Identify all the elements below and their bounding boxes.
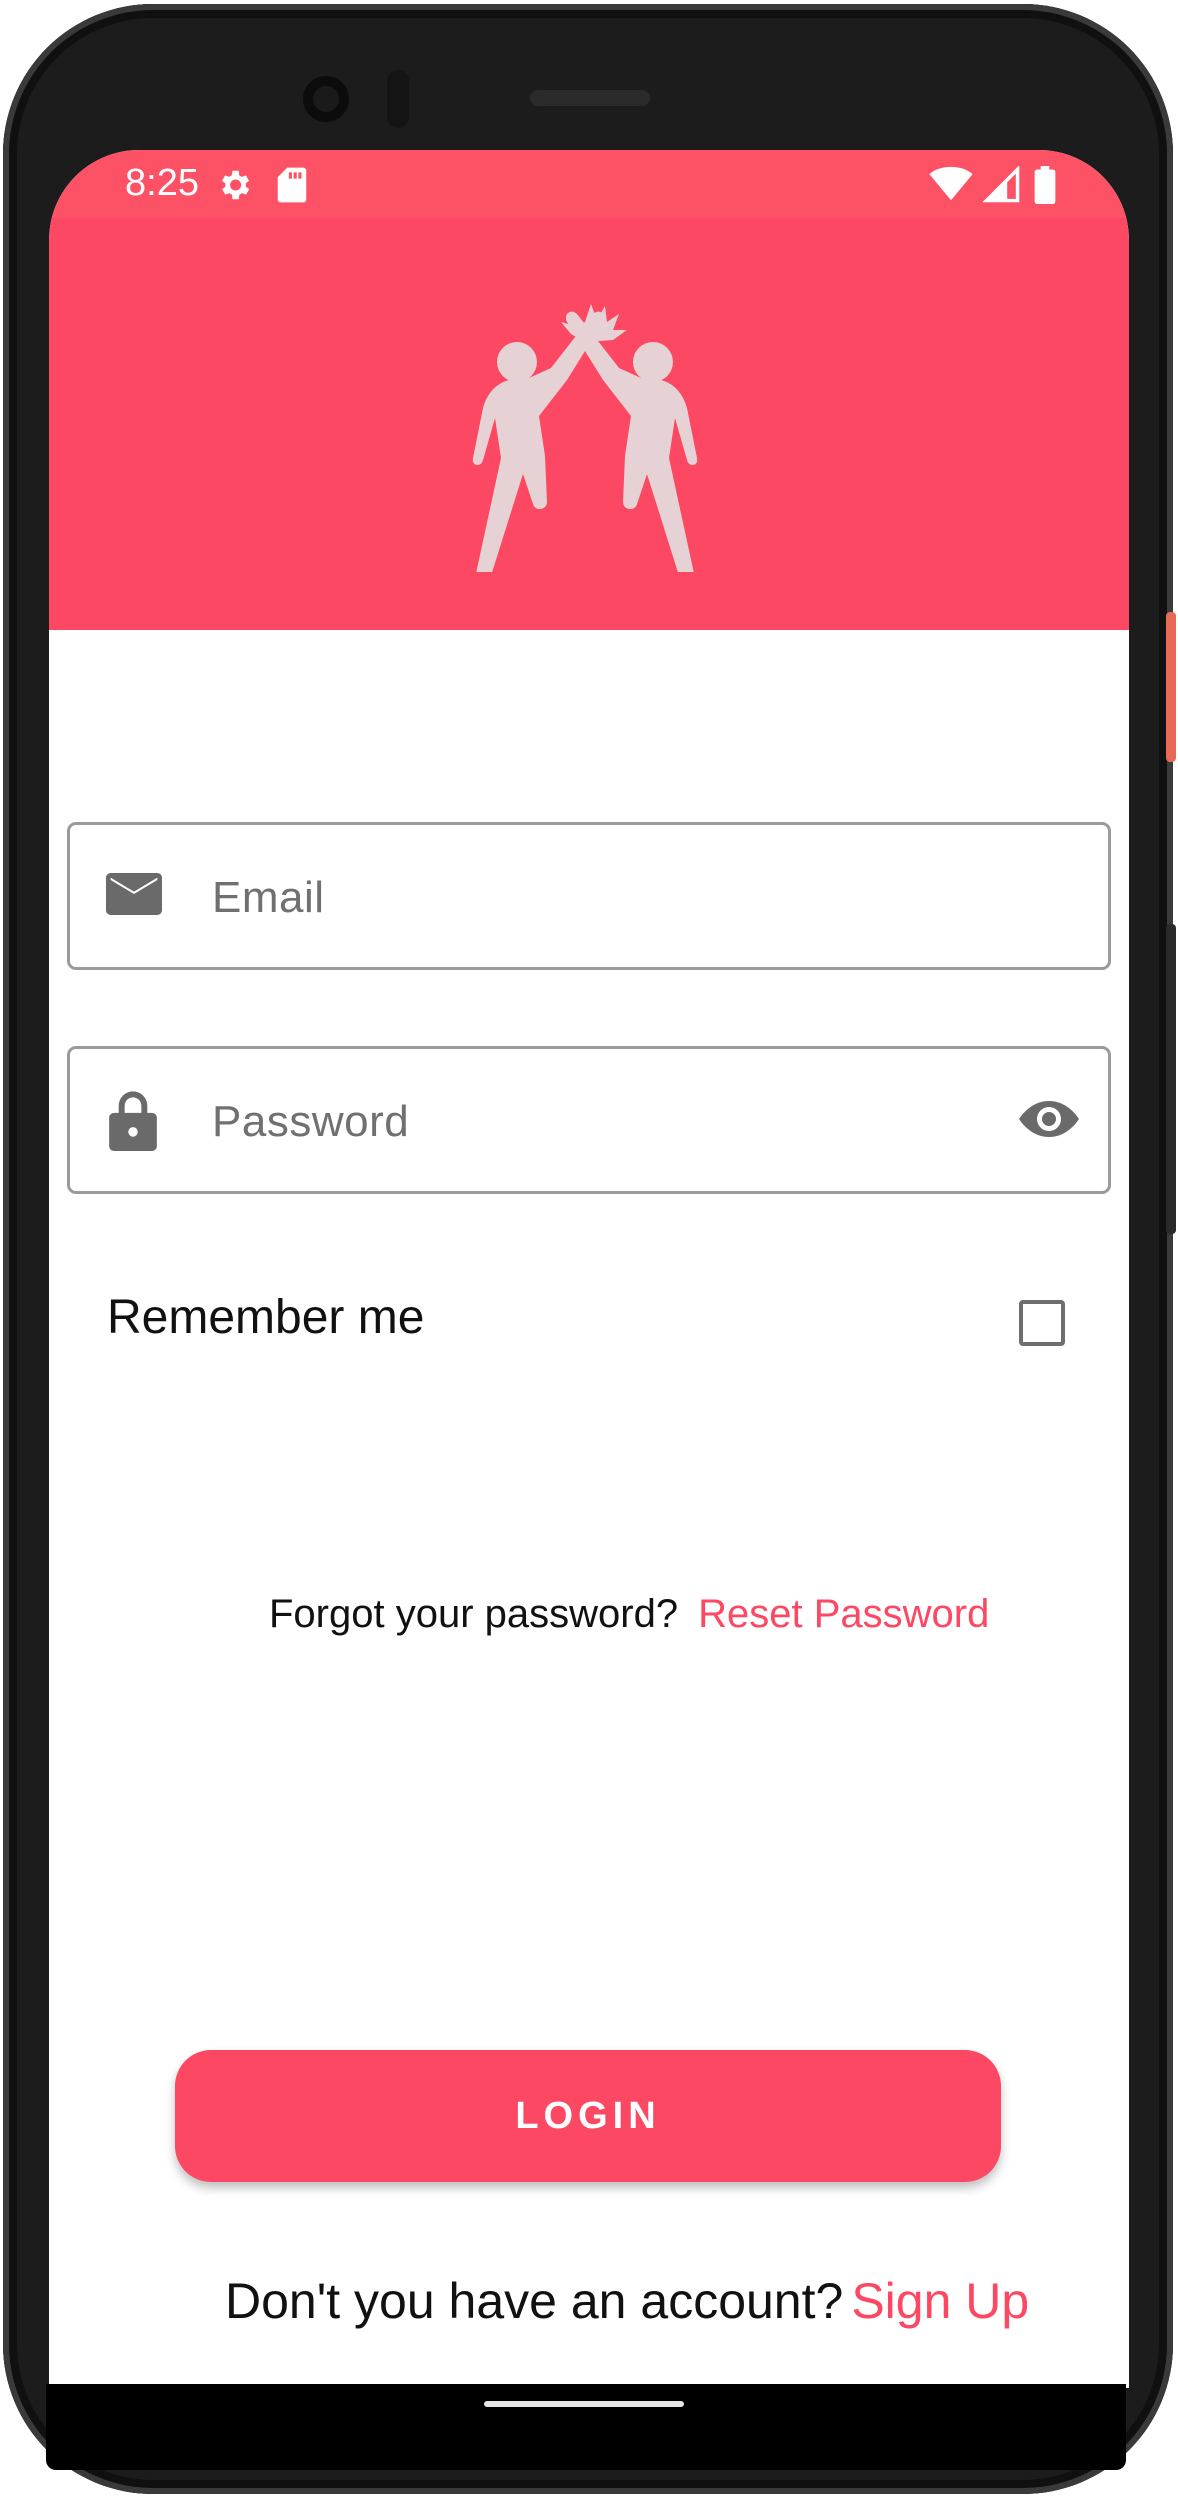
sd-card-icon: [275, 166, 309, 209]
high-five-logo: [472, 304, 698, 572]
front-camera: [303, 76, 349, 122]
password-field[interactable]: Password: [67, 1046, 1111, 1194]
email-placeholder: Email: [212, 873, 325, 922]
eye-icon[interactable]: [1018, 1099, 1080, 1144]
remember-me-label: Remember me: [107, 1291, 425, 1344]
signal-icon: [982, 165, 1021, 209]
lock-icon: [108, 1089, 158, 1156]
sign-up-link[interactable]: Sign Up: [851, 2273, 1029, 2329]
app-screen: 8:25 Email Password Remember me Forgot y…: [49, 150, 1129, 2388]
reset-password-link[interactable]: Reset Password: [698, 1592, 989, 1636]
status-bar: 8:25: [49, 150, 1129, 218]
forgot-password-row: Forgot your password? Reset Password: [269, 1592, 989, 1637]
volume-button: [1166, 924, 1176, 1234]
proximity-sensor: [387, 70, 409, 128]
home-indicator[interactable]: [484, 2401, 684, 2407]
signup-prompt: Don't you have an account?: [225, 2273, 844, 2329]
email-field[interactable]: Email: [67, 822, 1111, 970]
forgot-password-text: Forgot your password?: [269, 1592, 679, 1636]
phone-frame: 8:25 Email Password Remember me Forgot y…: [3, 4, 1176, 2494]
gesture-bar: [46, 2384, 1126, 2470]
password-placeholder: Password: [212, 1097, 410, 1146]
app-header: [49, 218, 1129, 630]
power-button: [1166, 612, 1176, 762]
battery-icon: [1033, 166, 1057, 209]
status-time: 8:25: [125, 162, 199, 204]
remember-me-checkbox[interactable]: [1019, 1300, 1065, 1346]
earpiece-speaker: [530, 90, 650, 106]
gear-icon: [215, 166, 253, 209]
login-button[interactable]: LOGIN: [175, 2050, 1001, 2182]
wifi-icon: [929, 166, 973, 207]
mail-icon: [106, 869, 162, 924]
signup-row: Don't you have an account? Sign Up: [225, 2272, 1029, 2330]
